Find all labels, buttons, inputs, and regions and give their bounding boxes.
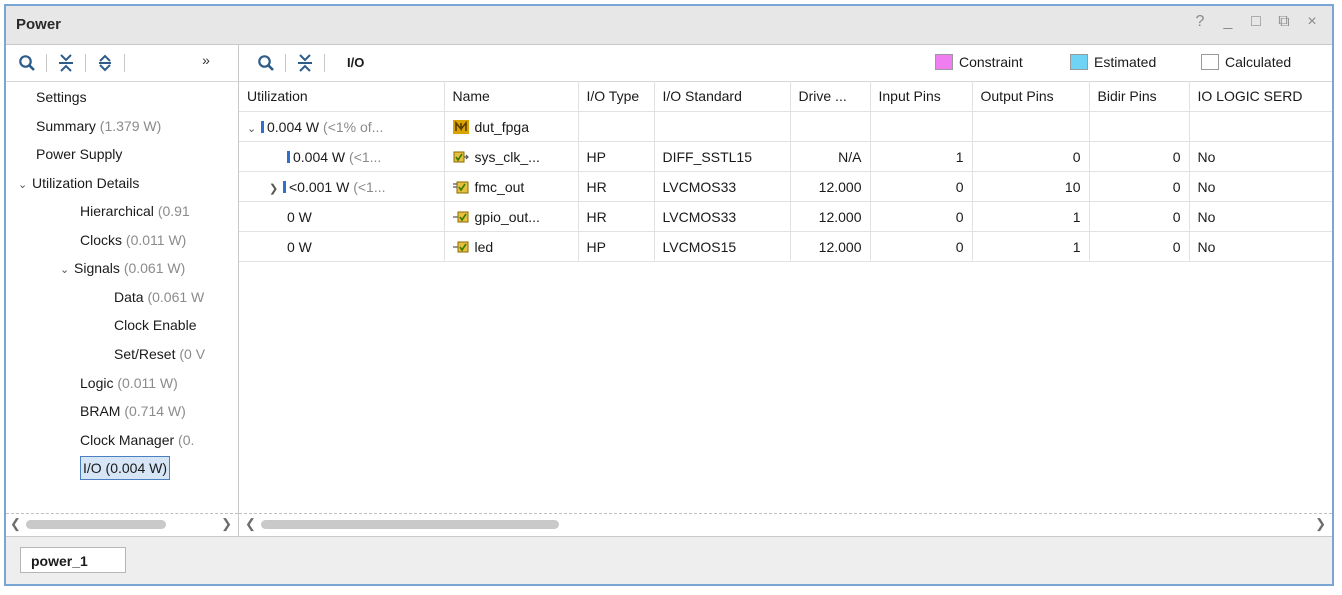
right-toolbar: I/O Constraint Estimated Calculated: [239, 45, 1332, 82]
left-toolbar: »: [6, 45, 238, 82]
chevron-down-icon[interactable]: ⌄: [18, 174, 32, 196]
scroll-left-icon[interactable]: ❮: [245, 516, 256, 532]
power-bar-icon: [261, 120, 264, 133]
column-header-io-type[interactable]: I/O Type: [578, 81, 655, 112]
legend-estimated: Estimated: [1070, 54, 1156, 70]
more-icon[interactable]: »: [196, 49, 216, 71]
close-icon[interactable]: ×: [1304, 13, 1320, 31]
scroll-right-icon[interactable]: ❯: [221, 516, 232, 532]
nav-item-summary[interactable]: Summary (1.379 W): [36, 115, 161, 137]
nav-item-power-supply[interactable]: Power Supply: [36, 143, 122, 165]
nav-item-set-reset[interactable]: Set/Reset (0 V: [114, 343, 205, 365]
search-icon[interactable]: [255, 52, 277, 74]
table-row[interactable]: ❯ <0.001 W (<1... fmc_out HR LVCMOS33 12.…: [239, 171, 1332, 202]
power-window: Power ? _ □ ⧉ × » Settings Summary (1.37…: [4, 4, 1334, 586]
table-row[interactable]: 0 W gpio_out... HR LVCMOS33 12.000 0 1 0…: [239, 201, 1332, 232]
chevron-right-icon[interactable]: ❯: [269, 182, 283, 195]
section-label: I/O: [347, 55, 365, 70]
table-row[interactable]: ⌄ 0.004 W (<1% of... dut_fpga: [239, 111, 1332, 142]
table-header-row: Utilization Name I/O Type I/O Standard D…: [239, 81, 1332, 112]
constraint-swatch: [935, 54, 953, 70]
nav-item-utilization-details[interactable]: ⌄ Utilization Details: [18, 172, 139, 194]
io-table: Utilization Name I/O Type I/O Standard D…: [239, 81, 1332, 262]
maximize-icon[interactable]: □: [1248, 13, 1264, 31]
left-horizontal-scrollbar[interactable]: ❮ ❯: [6, 513, 238, 536]
nav-item-hierarchical[interactable]: Hierarchical (0.91: [80, 200, 190, 222]
minimize-icon[interactable]: _: [1220, 13, 1236, 31]
nav-item-logic[interactable]: Logic (0.011 W): [80, 372, 178, 394]
nav-tree: Settings Summary (1.379 W) Power Supply …: [6, 81, 238, 512]
power-bar-icon: [283, 180, 286, 193]
collapse-all-icon[interactable]: [294, 52, 316, 74]
nav-item-clock-enable[interactable]: Clock Enable: [114, 314, 197, 336]
navigation-pane: » Settings Summary (1.379 W) Power Suppl…: [6, 45, 239, 536]
io-pane: I/O Constraint Estimated Calculated Util…: [239, 45, 1332, 536]
right-horizontal-scrollbar[interactable]: ❮ ❯: [239, 513, 1332, 536]
scroll-left-icon[interactable]: ❮: [10, 516, 21, 532]
top-module-icon: [452, 119, 469, 134]
legend-constraint: Constraint: [935, 54, 1023, 70]
expand-all-icon[interactable]: [94, 52, 116, 74]
chevron-down-icon[interactable]: ⌄: [247, 122, 261, 135]
estimated-swatch: [1070, 54, 1088, 70]
help-icon[interactable]: ?: [1192, 13, 1208, 31]
nav-item-bram[interactable]: BRAM (0.714 W): [80, 400, 186, 422]
legend-calculated: Calculated: [1201, 54, 1291, 70]
title-bar: Power ? _ □ ⧉ ×: [6, 6, 1332, 45]
output-port-icon: [452, 211, 468, 222]
window-title: Power: [16, 16, 62, 33]
window-controls: ? _ □ ⧉ ×: [1192, 13, 1320, 31]
tab-power-1[interactable]: power_1: [20, 547, 126, 573]
table-row[interactable]: 0 W led HP LVCMOS15 12.000 0 1 0 No: [239, 231, 1332, 262]
scrollbar-thumb[interactable]: [261, 520, 559, 529]
nav-item-clock-manager[interactable]: Clock Manager (0.: [80, 429, 194, 451]
nav-item-settings[interactable]: Settings: [36, 86, 87, 108]
column-header-io-standard[interactable]: I/O Standard: [654, 81, 791, 112]
scrollbar-thumb[interactable]: [26, 520, 166, 529]
output-port-icon: [452, 241, 468, 252]
nav-item-data[interactable]: Data (0.061 W: [114, 286, 204, 308]
column-header-drive[interactable]: Drive ...: [790, 81, 871, 112]
chevron-down-icon[interactable]: ⌄: [60, 259, 74, 281]
search-icon[interactable]: [16, 52, 38, 74]
column-header-name[interactable]: Name: [444, 81, 579, 112]
nav-item-signals[interactable]: ⌄ Signals (0.061 W): [60, 257, 185, 279]
column-header-input-pins[interactable]: Input Pins: [870, 81, 973, 112]
nav-item-clocks[interactable]: Clocks (0.011 W): [80, 229, 186, 251]
nav-item-io[interactable]: I/O (0.004 W): [80, 456, 171, 480]
io-table-container: Utilization Name I/O Type I/O Standard D…: [239, 81, 1332, 512]
bus-port-icon: [452, 181, 468, 193]
column-header-bidir-pins[interactable]: Bidir Pins: [1089, 81, 1190, 112]
scroll-right-icon[interactable]: ❯: [1315, 516, 1326, 532]
clock-port-icon: [453, 151, 469, 162]
column-header-io-logic-serdes[interactable]: IO LOGIC SERD: [1189, 81, 1332, 112]
bottom-tab-bar: power_1: [6, 536, 1332, 584]
float-icon[interactable]: ⧉: [1276, 13, 1292, 31]
calculated-swatch: [1201, 54, 1219, 70]
column-header-utilization[interactable]: Utilization: [239, 81, 445, 112]
column-header-output-pins[interactable]: Output Pins: [972, 81, 1090, 112]
table-row[interactable]: 0.004 W (<1... sys_clk_... HP DIFF_SSTL1…: [239, 141, 1332, 172]
power-bar-icon: [287, 150, 290, 163]
collapse-all-icon[interactable]: [55, 52, 77, 74]
